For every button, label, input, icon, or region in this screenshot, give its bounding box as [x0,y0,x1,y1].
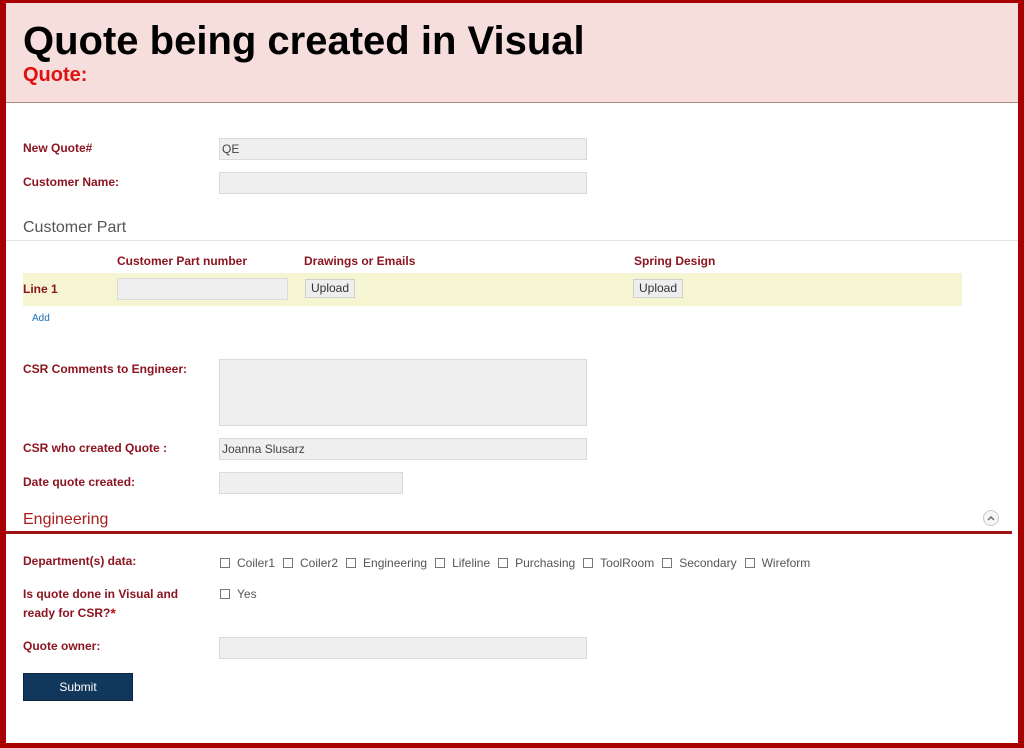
dept-purchasing[interactable]: Purchasing [498,556,575,570]
quote-owner-input[interactable] [219,637,587,659]
submit-button[interactable]: Submit [23,673,133,701]
csr-created-input[interactable] [219,438,587,460]
dept-wireform-checkbox[interactable] [744,558,755,568]
customer-name-label: Customer Name: [23,175,120,189]
page-frame: Quote being created in Visual Quote: New… [0,0,1024,748]
quote-done-label-line2: ready for CSR? [23,606,111,620]
col-spring-design: Spring Design [634,254,716,268]
engineering-divider [6,531,1012,534]
required-marker: * [110,605,116,621]
new-quote-label: New Quote# [23,141,93,155]
quote-done-label: Is quote done in Visual and ready for CS… [23,585,178,623]
dept-secondary-label: Secondary [679,556,737,570]
customer-part-section-title: Customer Part [23,219,127,236]
dept-toolroom-checkbox[interactable] [583,558,594,568]
dept-wireform-label: Wireform [761,556,811,570]
quote-done-yes[interactable]: Yes [220,587,257,601]
dept-purchasing-checkbox[interactable] [498,558,509,568]
customer-name-input[interactable] [219,172,587,194]
quote-done-yes-label: Yes [237,587,257,601]
dept-engineering[interactable]: Engineering [346,556,427,570]
col-drawings-or-emails: Drawings or Emails [304,254,416,268]
upload-spring-design-button[interactable]: Upload [633,279,684,298]
departments-checkbox-group: Coiler1 Coiler2 Engineering Lifeline Pur… [220,556,818,570]
dept-engineering-checkbox[interactable] [346,558,357,568]
dept-coiler2[interactable]: Coiler2 [283,556,338,570]
csr-comments-textarea[interactable] [219,359,587,426]
page-subtitle: Quote: [23,64,88,86]
line-1-label: Line 1 [23,282,58,296]
date-created-input[interactable] [219,472,403,494]
dept-lifeline[interactable]: Lifeline [435,556,490,570]
page-title: Quote being created in Visual [23,19,585,63]
customer-part-divider [6,240,1018,241]
dept-lifeline-checkbox[interactable] [435,558,446,568]
csr-comments-label: CSR Comments to Engineer: [23,362,188,376]
collapse-engineering-button[interactable] [983,510,999,526]
quote-done-yes-checkbox[interactable] [220,589,230,599]
customer-part-number-input[interactable] [117,278,288,300]
col-customer-part-number: Customer Part number [117,254,248,268]
dept-coiler1-checkbox[interactable] [220,558,230,568]
dept-toolroom-label: ToolRoom [600,556,655,570]
dept-secondary[interactable]: Secondary [662,556,737,570]
upload-drawings-button[interactable]: Upload [305,279,356,298]
quote-done-label-line1: Is quote done in Visual and [23,587,179,601]
engineering-section-title: Engineering [23,511,109,528]
dept-purchasing-label: Purchasing [515,556,576,570]
page-header: Quote being created in Visual Quote: [6,3,1018,103]
dept-engineering-label: Engineering [363,556,428,570]
quote-owner-label: Quote owner: [23,639,101,653]
dept-coiler1-label: Coiler1 [237,556,276,570]
date-created-label: Date quote created: [23,475,136,489]
dept-wireform[interactable]: Wireform [744,556,811,570]
departments-label: Department(s) data: [23,554,137,568]
dept-lifeline-label: Lifeline [452,556,491,570]
add-line-link[interactable]: Add [32,313,50,325]
new-quote-input[interactable] [219,138,587,160]
dept-secondary-checkbox[interactable] [662,558,673,568]
chevron-up-icon [987,516,995,521]
dept-toolroom[interactable]: ToolRoom [583,556,654,570]
csr-created-label: CSR who created Quote : [23,441,168,455]
dept-coiler2-label: Coiler2 [300,556,339,570]
dept-coiler1[interactable]: Coiler1 [220,556,275,570]
dept-coiler2-checkbox[interactable] [283,558,294,568]
